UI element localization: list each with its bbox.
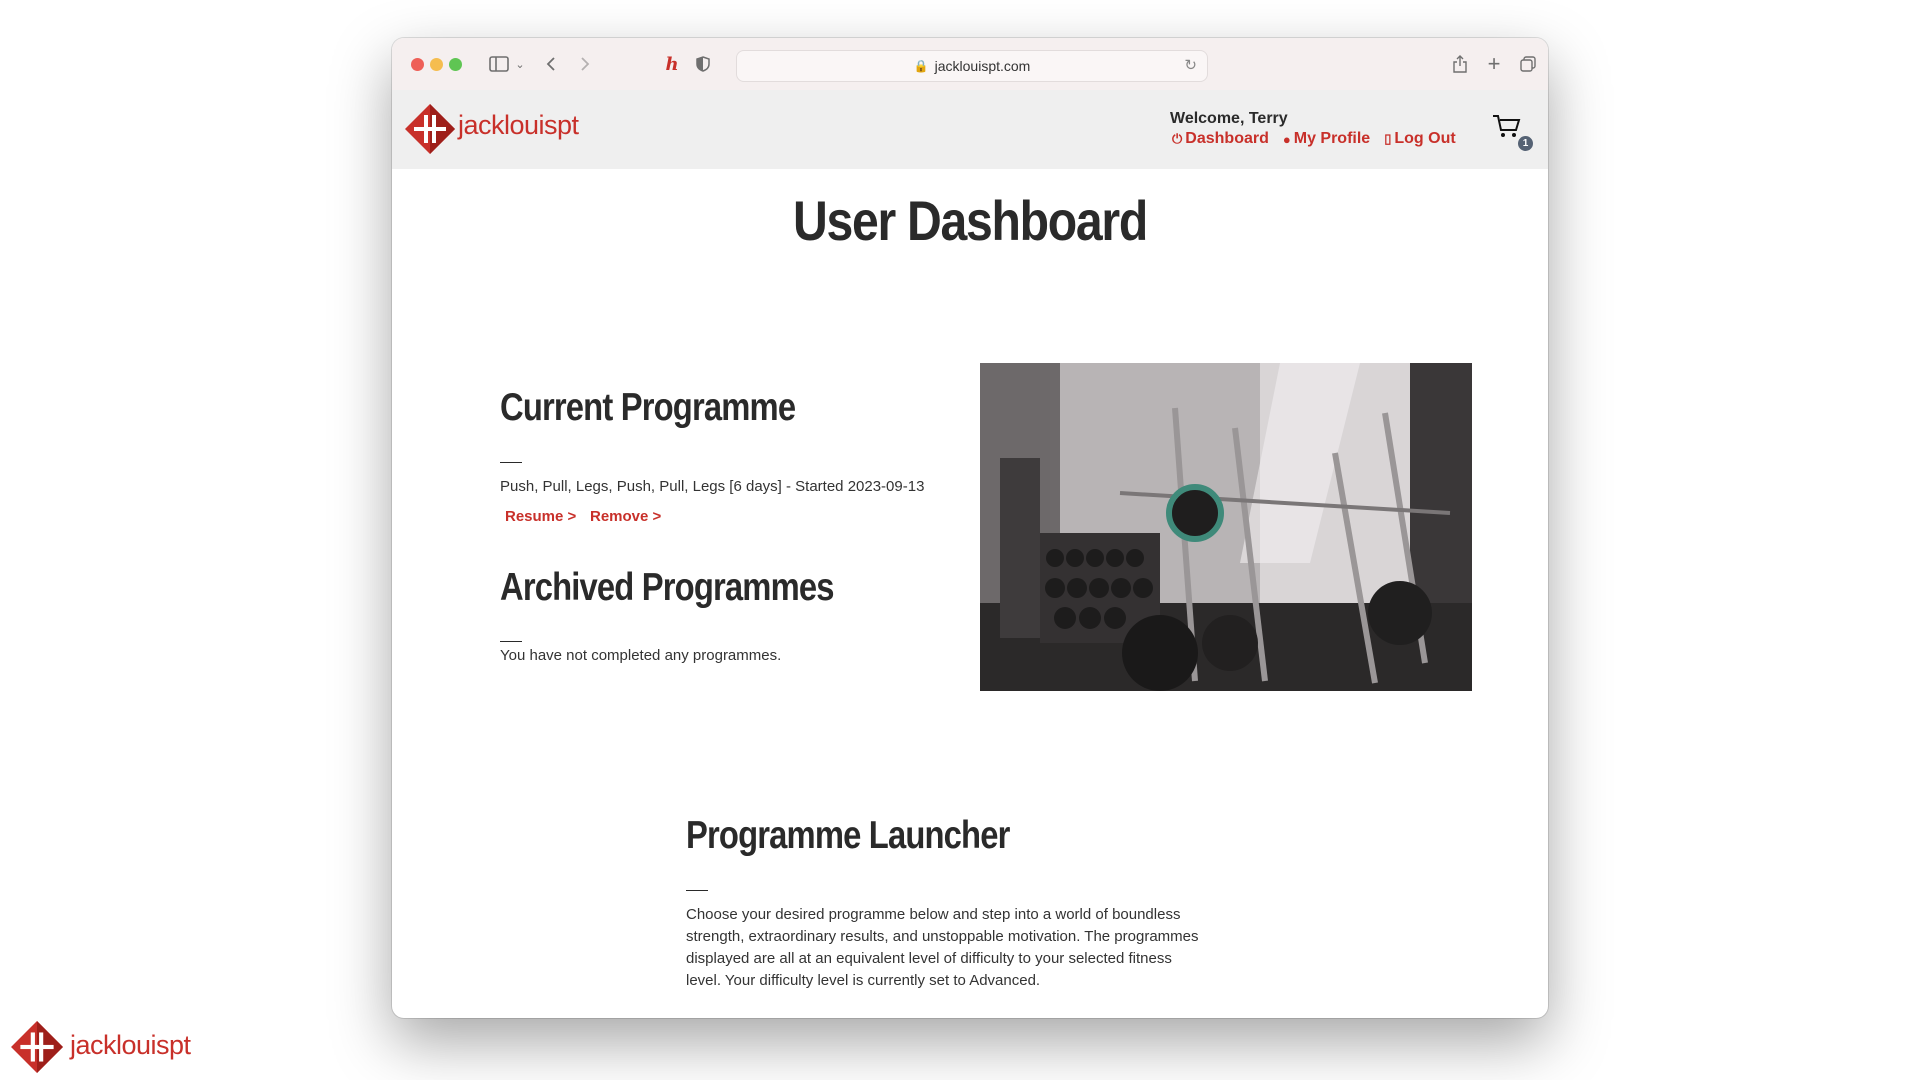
zoom-window-button[interactable] [449, 58, 462, 71]
honey-extension-icon[interactable]: h [662, 52, 682, 76]
lock-icon: 🔒 [913, 59, 929, 73]
forward-icon[interactable] [576, 52, 594, 76]
resume-link[interactable]: Resume > [505, 508, 576, 525]
cart-button[interactable]: 1 [1492, 114, 1533, 154]
nav-log-out-label: Log Out [1394, 130, 1456, 147]
divider [686, 890, 708, 891]
current-programme-text: Push, Pull, Legs, Push, Pull, Legs [6 da… [500, 478, 925, 495]
logo-text[interactable]: jacklouispt [458, 110, 579, 141]
back-icon[interactable] [542, 52, 560, 76]
url-text: jacklouispt.com [934, 58, 1031, 74]
footer-logo-text: jacklouispt [70, 1030, 191, 1060]
page-title: User Dashboard [793, 189, 1148, 252]
reload-icon[interactable]: ↻ [1184, 56, 1197, 74]
share-icon[interactable] [1450, 52, 1470, 76]
remove-link[interactable]: Remove > [590, 508, 661, 525]
welcome-message: Welcome, Terry [1170, 110, 1288, 127]
nav-my-profile-label: My Profile [1293, 130, 1371, 147]
user-nav: ⏻ Dashboard ● My Profile ▯ Log Out [1172, 130, 1456, 148]
power-icon: ⏻ [1172, 131, 1183, 146]
minimize-window-button[interactable] [430, 58, 443, 71]
launcher-description-line: Choose your desired programme below and … [686, 906, 1181, 923]
site-header: jacklouispt Welcome, Terry ⏻ Dashboard ●… [392, 90, 1548, 169]
nav-log-out-link[interactable]: ▯ Log Out [1384, 130, 1455, 148]
programme-launcher-heading: Programme Launcher [686, 814, 1010, 857]
browser-toolbar: ⌄ h 🔒 jacklouispt.com ↻ + [392, 38, 1548, 91]
gym-photo [980, 363, 1472, 691]
cart-count-badge: 1 [1518, 136, 1533, 151]
launcher-description: Choose your desired programme below and … [686, 904, 1246, 992]
nav-my-profile-link[interactable]: ● My Profile [1283, 130, 1370, 148]
door-icon: ▯ [1384, 131, 1392, 146]
launcher-description-line: level. Your difficulty level is currentl… [686, 972, 1041, 989]
address-bar[interactable]: 🔒 jacklouispt.com ↻ [736, 50, 1208, 82]
archived-programmes-heading: Archived Programmes [500, 566, 834, 609]
user-circle-icon: ● [1282, 131, 1291, 147]
close-window-button[interactable] [411, 58, 424, 71]
launcher-description-line: strength, extraordinary results, and uns… [686, 928, 1199, 945]
current-programme-heading: Current Programme [500, 386, 796, 429]
launcher-description-line: displayed are all at an equivalent level… [686, 950, 1172, 967]
cart-icon [1493, 115, 1521, 137]
divider [500, 462, 522, 463]
shield-icon[interactable] [694, 52, 712, 76]
new-tab-icon[interactable]: + [1484, 51, 1504, 76]
archived-empty-text: You have not completed any programmes. [500, 647, 782, 664]
tab-overview-icon[interactable] [1518, 52, 1538, 76]
browser-window: ⌄ h 🔒 jacklouispt.com ↻ + jacklouispt We… [392, 38, 1548, 1018]
chevron-down-icon[interactable]: ⌄ [514, 52, 526, 76]
nav-dashboard-label: Dashboard [1185, 130, 1269, 147]
sidebar-toggle-icon[interactable] [488, 52, 510, 76]
logo-icon[interactable] [404, 103, 456, 155]
footer-logo-icon [11, 1021, 63, 1073]
nav-dashboard-link[interactable]: ⏻ Dashboard [1172, 130, 1269, 148]
divider [500, 641, 522, 642]
